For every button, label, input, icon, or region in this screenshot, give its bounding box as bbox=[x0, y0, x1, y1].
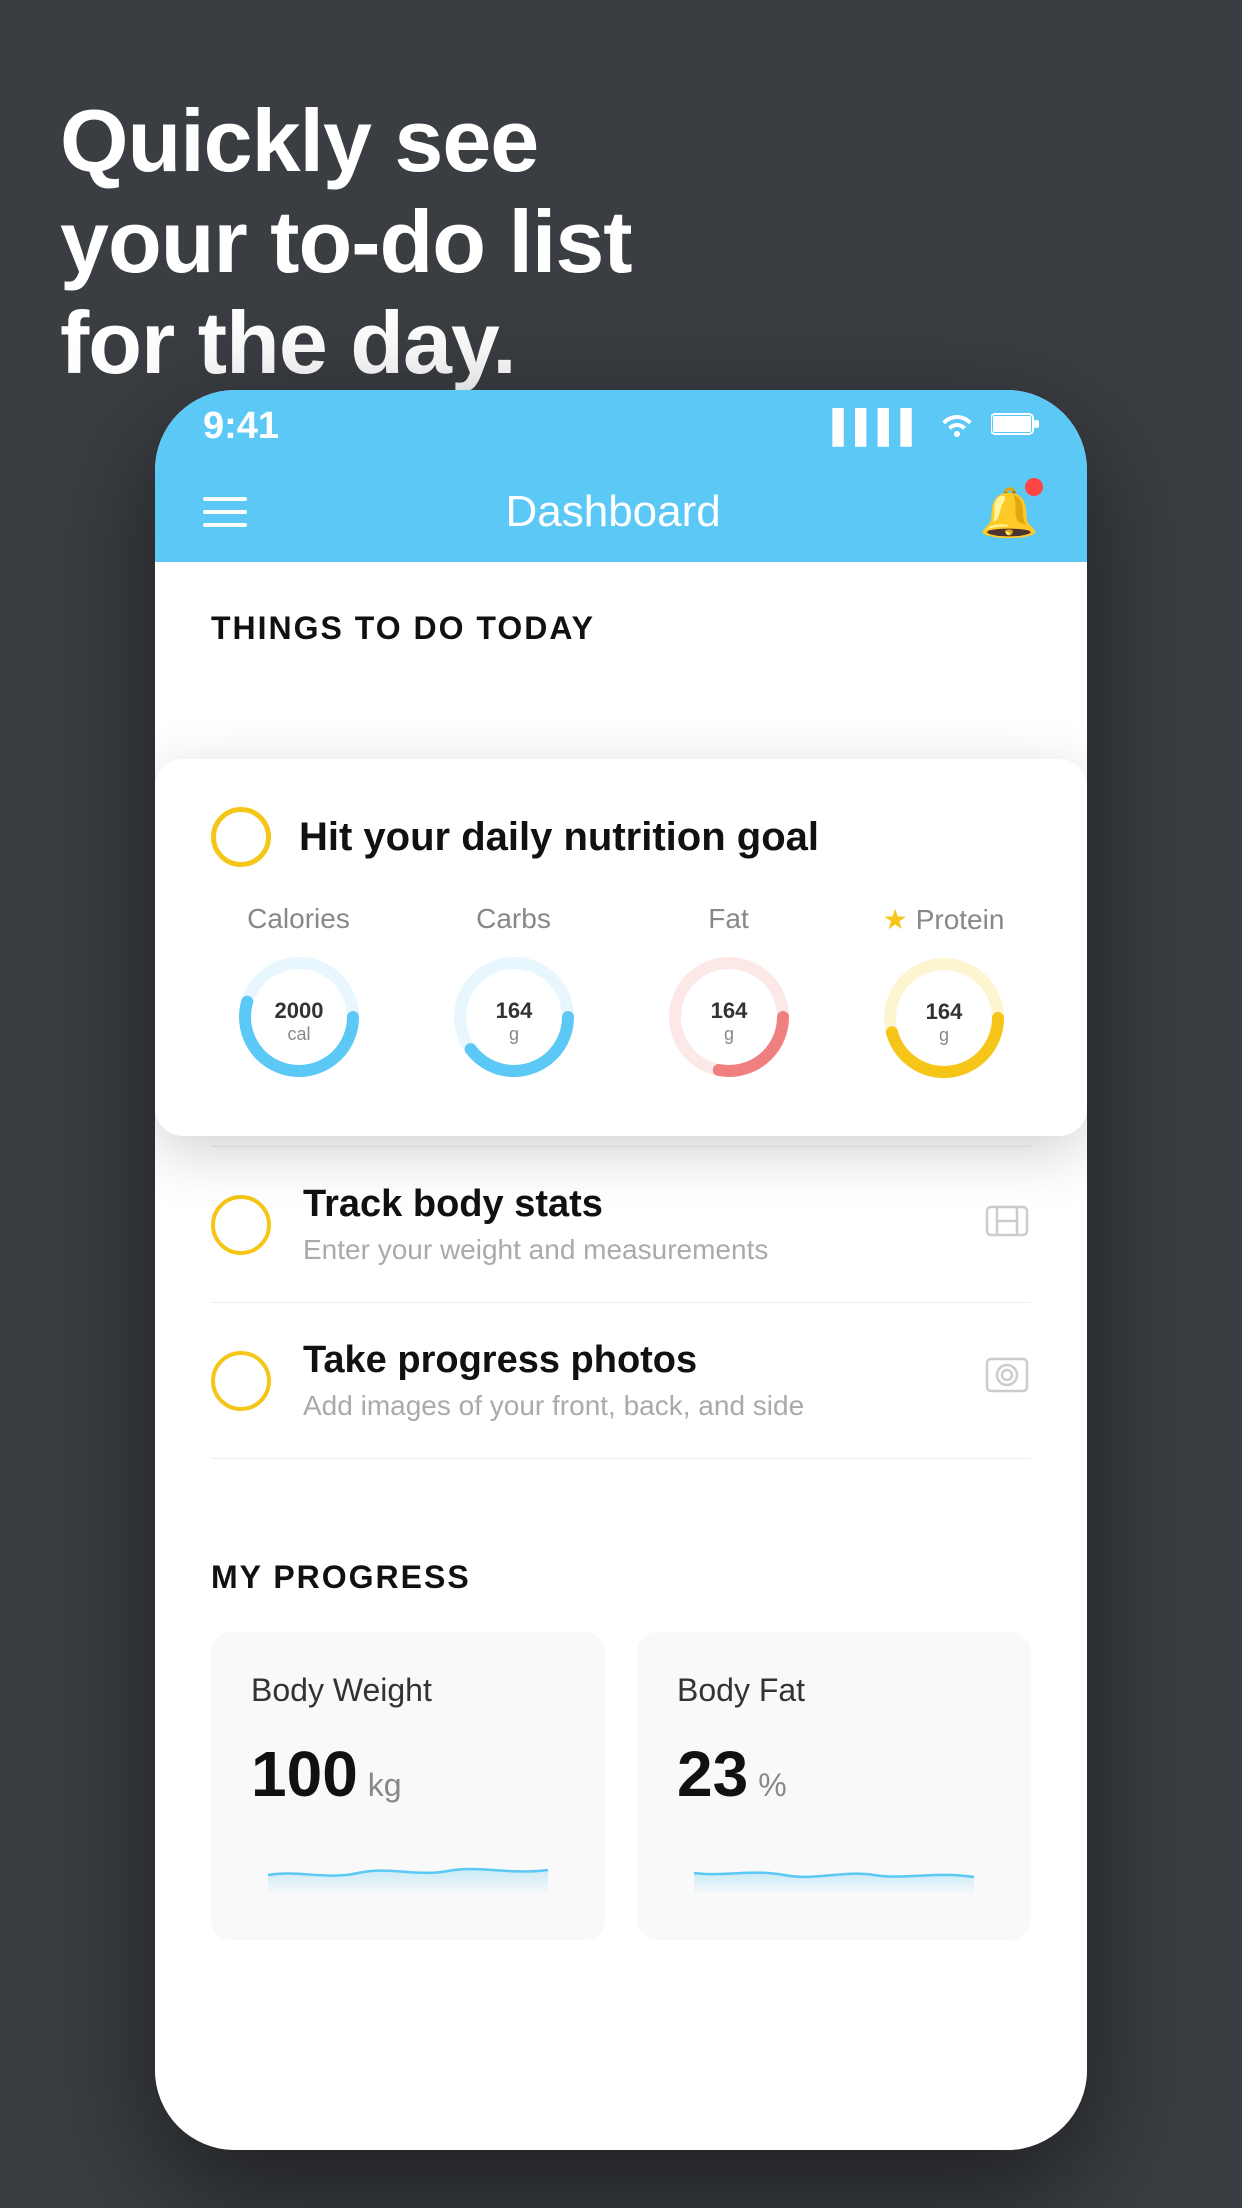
carbs-chart: 164 g bbox=[444, 947, 584, 1087]
nutrition-fat: Fat 164 g bbox=[659, 903, 799, 1088]
svg-text:164: 164 bbox=[925, 999, 962, 1024]
status-time: 9:41 bbox=[203, 405, 279, 448]
svg-text:g: g bbox=[723, 1024, 733, 1044]
nav-title: Dashboard bbox=[505, 487, 720, 537]
notification-dot bbox=[1025, 478, 1043, 496]
battery-icon bbox=[991, 408, 1039, 445]
nutrition-calories: Calories 2000 cal bbox=[229, 903, 369, 1088]
fat-label: Fat bbox=[708, 903, 748, 935]
nutrition-card-title: Hit your daily nutrition goal bbox=[299, 815, 819, 860]
body-weight-card: Body Weight 100 kg bbox=[211, 1632, 605, 1940]
body-weight-unit: kg bbox=[368, 1767, 402, 1804]
body-fat-chart bbox=[677, 1835, 991, 1895]
svg-text:164: 164 bbox=[710, 998, 747, 1023]
body-stats-title: Track body stats bbox=[303, 1183, 951, 1226]
headline-line3: for the day. bbox=[60, 292, 632, 393]
hamburger-menu[interactable] bbox=[203, 497, 247, 527]
headline-line1: Quickly see bbox=[60, 90, 632, 191]
body-stats-text: Track body stats Enter your weight and m… bbox=[303, 1183, 951, 1266]
content-area: THINGS TO DO TODAY Hit your daily nutrit… bbox=[155, 562, 1087, 2150]
section-header-today: THINGS TO DO TODAY bbox=[155, 562, 1087, 671]
body-fat-card-title: Body Fat bbox=[677, 1672, 991, 1709]
wifi-icon bbox=[939, 408, 975, 445]
body-stats-check-circle bbox=[211, 1195, 271, 1255]
signal-icon: ▌▌▌▌ bbox=[832, 408, 923, 445]
progress-section: MY PROGRESS Body Weight 100 kg bbox=[155, 1499, 1087, 1940]
photos-icon bbox=[983, 1355, 1031, 1406]
svg-text:g: g bbox=[938, 1025, 948, 1045]
svg-text:164: 164 bbox=[495, 998, 532, 1023]
nav-bar: Dashboard 🔔 bbox=[155, 462, 1087, 562]
progress-cards: Body Weight 100 kg bbox=[211, 1632, 1031, 1940]
nutrition-row: Calories 2000 cal Carbs bbox=[211, 903, 1031, 1088]
body-fat-card: Body Fat 23 % bbox=[637, 1632, 1031, 1940]
body-stats-icon bbox=[983, 1199, 1031, 1250]
todo-item-body-stats[interactable]: Track body stats Enter your weight and m… bbox=[211, 1147, 1031, 1303]
nutrition-card: Hit your daily nutrition goal Calories 2… bbox=[155, 759, 1087, 1136]
body-weight-card-title: Body Weight bbox=[251, 1672, 565, 1709]
calories-label: Calories bbox=[247, 903, 350, 935]
status-icons: ▌▌▌▌ bbox=[832, 408, 1039, 445]
photos-title: Take progress photos bbox=[303, 1339, 951, 1382]
svg-text:2000: 2000 bbox=[274, 998, 323, 1023]
progress-header: MY PROGRESS bbox=[211, 1559, 1031, 1596]
nutrition-check-circle bbox=[211, 807, 271, 867]
nutrition-carbs: Carbs 164 g bbox=[444, 903, 584, 1088]
body-fat-value: 23 % bbox=[677, 1737, 991, 1811]
body-stats-subtitle: Enter your weight and measurements bbox=[303, 1234, 951, 1266]
body-fat-unit: % bbox=[758, 1767, 786, 1804]
svg-text:g: g bbox=[508, 1024, 518, 1044]
photos-subtitle: Add images of your front, back, and side bbox=[303, 1390, 951, 1422]
svg-text:cal: cal bbox=[287, 1024, 310, 1044]
body-fat-number: 23 bbox=[677, 1737, 748, 1811]
fat-chart: 164 g bbox=[659, 947, 799, 1087]
headline: Quickly see your to-do list for the day. bbox=[60, 90, 632, 394]
body-weight-value: 100 kg bbox=[251, 1737, 565, 1811]
body-weight-chart bbox=[251, 1835, 565, 1895]
todo-item-photos[interactable]: Take progress photos Add images of your … bbox=[211, 1303, 1031, 1459]
photos-text: Take progress photos Add images of your … bbox=[303, 1339, 951, 1422]
status-bar: 9:41 ▌▌▌▌ bbox=[155, 390, 1087, 462]
protein-chart: 164 g bbox=[874, 948, 1014, 1088]
protein-label: ★ Protein bbox=[883, 903, 1005, 936]
calories-chart: 2000 cal bbox=[229, 947, 369, 1087]
body-weight-number: 100 bbox=[251, 1737, 358, 1811]
star-icon: ★ bbox=[883, 903, 908, 936]
nutrition-protein: ★ Protein 164 g bbox=[874, 903, 1014, 1088]
photos-check-circle bbox=[211, 1351, 271, 1411]
phone-frame: 9:41 ▌▌▌▌ Dashboard 🔔 bbox=[155, 390, 1087, 2150]
carbs-label: Carbs bbox=[476, 903, 551, 935]
headline-line2: your to-do list bbox=[60, 191, 632, 292]
bell-button[interactable]: 🔔 bbox=[979, 484, 1039, 541]
